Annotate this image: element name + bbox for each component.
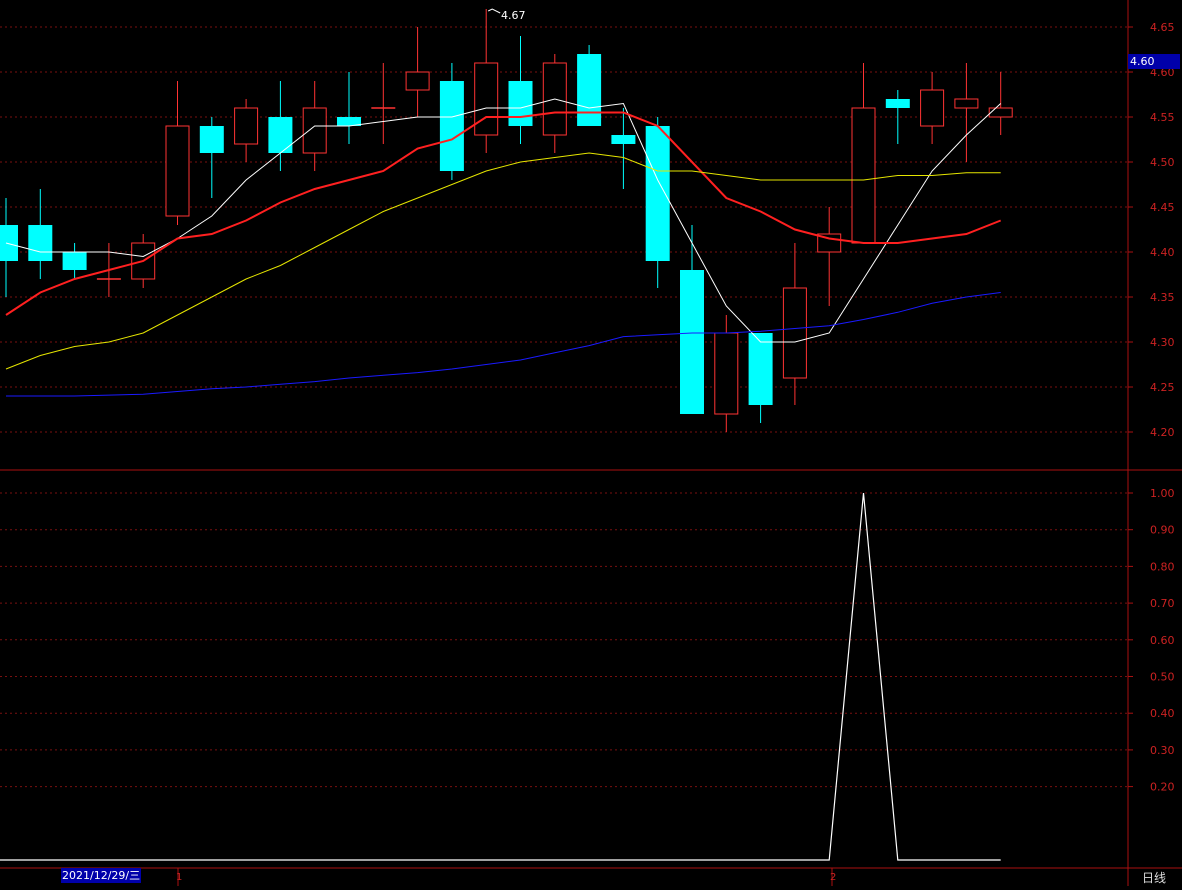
ma-line	[6, 292, 1001, 397]
candle-body	[920, 89, 945, 127]
candle-body	[28, 225, 53, 261]
candle-body	[405, 71, 430, 91]
candle-body	[508, 81, 533, 126]
ma-line	[5, 98, 1002, 343]
candle	[542, 54, 567, 153]
candle	[62, 243, 87, 279]
x-axis-marker-label: 2	[830, 872, 836, 883]
price-tick-label: 4.40	[1150, 246, 1175, 259]
price-tick-label: 4.25	[1150, 381, 1175, 394]
candle	[782, 243, 807, 405]
candle-body	[268, 117, 293, 153]
candle	[268, 81, 293, 171]
candle	[954, 63, 979, 162]
candle-body	[0, 225, 18, 261]
price-tick-label: 4.30	[1150, 336, 1175, 349]
candle-body	[748, 333, 773, 405]
candle-body	[165, 125, 190, 217]
current-price-tag: 4.60	[1128, 54, 1180, 69]
candle	[508, 36, 533, 144]
indicator-tick-label: 0.20	[1150, 781, 1175, 794]
candle-body	[680, 270, 704, 414]
candle-body	[782, 287, 807, 379]
candle	[0, 198, 18, 297]
candle	[234, 99, 259, 162]
candle	[920, 72, 945, 144]
candle	[851, 63, 876, 244]
indicator-tick-label: 0.40	[1150, 707, 1175, 720]
price-tick-label: 4.55	[1150, 111, 1175, 124]
candle	[28, 189, 53, 279]
indicator-tick-label: 0.80	[1150, 560, 1175, 573]
indicator-tick-label: 0.70	[1150, 597, 1175, 610]
candle-body	[714, 332, 739, 415]
candle-body	[885, 99, 910, 108]
candle	[405, 27, 430, 117]
candle	[439, 63, 464, 180]
candle-body	[577, 54, 602, 126]
candle	[611, 108, 636, 189]
candle	[337, 72, 361, 144]
x-axis-marker-label: 1	[176, 872, 182, 883]
candle	[371, 63, 396, 144]
candle-body	[302, 107, 327, 154]
indicator-tick-label: 0.60	[1150, 634, 1175, 647]
candle-body	[851, 107, 876, 244]
candle-body	[474, 62, 499, 136]
candle-body	[645, 126, 670, 261]
candle-body	[611, 135, 636, 144]
ma-line	[5, 152, 1001, 370]
candle	[165, 81, 190, 225]
indicator-tick-label: 1.00	[1150, 487, 1175, 500]
price-tick-label: 4.20	[1150, 426, 1175, 439]
candle-body	[988, 107, 1013, 118]
ma-line	[5, 111, 1002, 316]
candle	[817, 207, 842, 306]
candle-body	[199, 126, 224, 153]
period-tab[interactable]: 日线	[1142, 869, 1166, 886]
peak-marker	[487, 8, 501, 14]
candle-body	[62, 252, 87, 270]
indicator-tick-label: 0.90	[1150, 524, 1175, 537]
candle	[645, 117, 670, 288]
indicator-tick-label: 0.50	[1150, 671, 1175, 684]
price-tick-label: 4.45	[1150, 201, 1175, 214]
price-tick-label: 4.35	[1150, 291, 1175, 304]
price-tick-label: 4.65	[1150, 21, 1175, 34]
candle	[474, 9, 499, 153]
candle	[748, 333, 773, 423]
indicator-tick-label: 0.30	[1150, 744, 1175, 757]
candle-body	[234, 107, 259, 145]
candle	[199, 117, 224, 198]
stock-chart: 4.65 4.60 4.55 4.50 4.45 4.40 4.35 4.30 4.25 4.20…	[0, 0, 1182, 886]
candle	[577, 45, 602, 126]
cursor-date-label: 2021/12/29/三	[61, 868, 142, 883]
chart-canvas: 4.65 4.60 4.55 4.50 4.45 4.40 4.35 4.30 4.25 4.20…	[0, 0, 1182, 886]
price-tick-label: 4.50	[1150, 156, 1175, 169]
candle-body	[954, 98, 979, 109]
candle-body	[439, 81, 464, 171]
candle	[680, 225, 704, 414]
peak-price-label: 4.67	[501, 9, 526, 22]
